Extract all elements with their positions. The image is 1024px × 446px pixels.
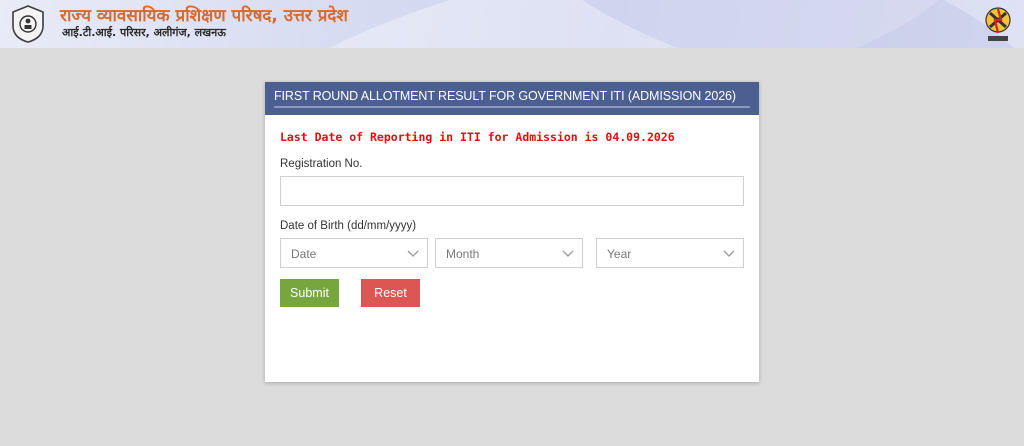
month-select-value: Month	[446, 247, 480, 261]
site-header: राज्य व्यावसायिक प्रशिक्षण परिषद, उत्तर …	[0, 0, 1024, 48]
header-subtitle: आई.टी.आई. परिसर, अलीगंज, लखनऊ	[62, 26, 226, 39]
registration-input[interactable]	[280, 176, 744, 206]
ncvt-logo-icon	[985, 7, 1011, 41]
reporting-notice: Last Date of Reporting in ITI for Admiss…	[280, 130, 675, 144]
reset-button[interactable]: Reset	[361, 279, 420, 307]
allotment-result-panel: FIRST ROUND ALLOTMENT RESULT FOR GOVERNM…	[265, 82, 759, 382]
month-select[interactable]: Month	[435, 238, 583, 268]
panel-header: FIRST ROUND ALLOTMENT RESULT FOR GOVERNM…	[265, 82, 759, 115]
year-select-value: Year	[607, 247, 632, 261]
dob-label: Date of Birth (dd/mm/yyyy)	[280, 220, 417, 232]
date-select-value: Date	[291, 247, 317, 261]
year-select[interactable]: Year	[596, 238, 744, 268]
panel-title: FIRST ROUND ALLOTMENT RESULT FOR GOVERNM…	[274, 89, 736, 103]
chevron-down-icon	[723, 250, 735, 257]
submit-button[interactable]: Submit	[280, 279, 339, 307]
emblem-logo-icon	[12, 5, 44, 43]
chevron-down-icon	[562, 250, 574, 257]
panel-header-divider	[274, 106, 750, 108]
registration-label: Registration No.	[280, 158, 363, 170]
header-title: राज्य व्यावसायिक प्रशिक्षण परिषद, उत्तर …	[60, 6, 348, 26]
chevron-down-icon	[407, 250, 419, 257]
date-select[interactable]: Date	[280, 238, 428, 268]
